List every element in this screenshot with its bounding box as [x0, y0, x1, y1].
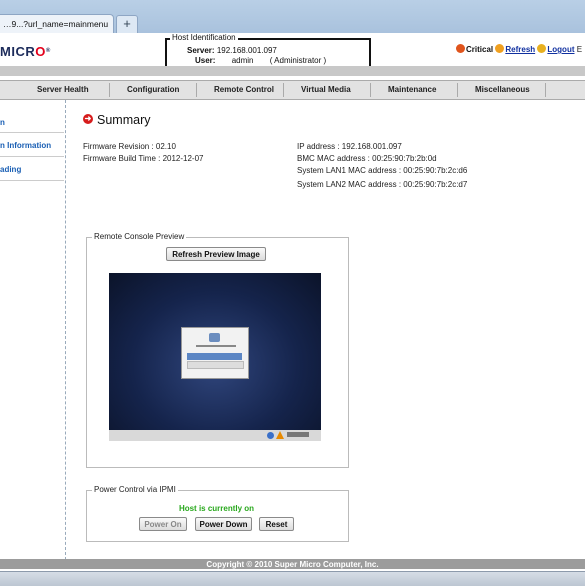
nav-remote-control[interactable]: Remote Control [214, 85, 274, 94]
browser-tab-title: …9...?url_name=mainmenu [3, 19, 109, 29]
nav-separator [545, 83, 546, 97]
left-sidebar: n n Information ading [0, 100, 66, 560]
summary-arrow-icon: ➜ [83, 114, 93, 124]
window-bottom-bar [0, 571, 585, 586]
browser-tab[interactable]: …9...?url_name=mainmenu [0, 14, 114, 34]
power-on-button[interactable]: Power On [139, 517, 187, 531]
logout-link[interactable]: Logout [547, 45, 574, 54]
preview-selected-user [187, 353, 242, 360]
preview-dialog-heading [196, 345, 236, 347]
nav-separator [457, 83, 458, 97]
reset-button[interactable]: Reset [259, 517, 294, 531]
power-control-box [86, 490, 349, 542]
critical-icon [456, 44, 465, 53]
preview-clock [287, 432, 309, 437]
server-label: Server: [187, 46, 215, 55]
host-identification-title: Host Identification [170, 33, 238, 42]
critical-link[interactable]: Critical [466, 45, 493, 54]
sidebar-divider [0, 156, 64, 157]
header-divider [0, 66, 585, 76]
bmc-mac-address: BMC MAC address : 00:25:90:7b:2b:0d [297, 154, 437, 163]
nav-virtual-media[interactable]: Virtual Media [301, 85, 351, 94]
preview-accessibility-icon [267, 432, 274, 439]
user-role: ( Administrator ) [269, 56, 327, 65]
power-control-title: Power Control via IPMI [92, 485, 178, 494]
nav-miscellaneous[interactable]: Miscellaneous [475, 85, 530, 94]
firmware-revision: Firmware Revision : 02.10 [83, 142, 176, 151]
nav-configuration[interactable]: Configuration [127, 85, 179, 94]
supermicro-logo: MICRO® [0, 44, 51, 59]
preview-login-dialog [181, 327, 249, 379]
nav-separator [196, 83, 197, 97]
server-value: 192.168.001.097 [216, 46, 277, 55]
nav-separator [283, 83, 284, 97]
sidebar-item-hardware-monitoring[interactable]: ading [0, 165, 64, 174]
page-title: Summary [97, 113, 151, 127]
remote-console-title: Remote Console Preview [92, 232, 187, 241]
footer-copyright: Copyright © 2010 Super Micro Computer, I… [206, 560, 379, 569]
preview-taskbar [109, 430, 321, 441]
system-lan2-mac: System LAN2 MAC address : 00:25:90:7b:2c… [297, 180, 468, 189]
user-label: User: [195, 56, 216, 65]
refresh-preview-button[interactable]: Refresh Preview Image [166, 247, 266, 261]
header-trailing-text: E [576, 45, 583, 54]
sidebar-item-fru-information[interactable]: n Information [0, 141, 64, 150]
sidebar-divider [0, 132, 64, 133]
sidebar-item-system[interactable]: n [0, 118, 64, 127]
refresh-icon [495, 44, 505, 53]
power-down-button[interactable]: Power Down [195, 517, 252, 531]
header-actions: Critical Refresh Logout E [456, 44, 582, 54]
ip-address: IP address : 192.168.001.097 [297, 142, 402, 151]
refresh-link[interactable]: Refresh [505, 45, 535, 54]
new-tab-button[interactable]: + [116, 15, 138, 34]
user-value: admin [231, 56, 254, 65]
console-preview-image[interactable] [109, 273, 321, 441]
firmware-build-time: Firmware Build Time : 2012-12-07 [83, 154, 204, 163]
host-identification-box: Server: 192.168.001.097 User: admin ( Ad… [165, 38, 371, 69]
nav-maintenance[interactable]: Maintenance [388, 85, 436, 94]
sidebar-divider [0, 180, 64, 181]
nav-separator [109, 83, 110, 97]
preview-warning-icon [276, 431, 284, 439]
nav-separator [370, 83, 371, 97]
preview-os-logo [209, 333, 220, 342]
host-power-status: Host is currently on [178, 504, 255, 513]
preview-other-user [187, 361, 244, 369]
main-nav: Server Health Configuration Remote Contr… [0, 80, 585, 100]
logout-icon [537, 44, 547, 53]
nav-server-health[interactable]: Server Health [37, 85, 89, 94]
system-lan1-mac: System LAN1 MAC address : 00:25:90:7b:2c… [297, 166, 468, 175]
